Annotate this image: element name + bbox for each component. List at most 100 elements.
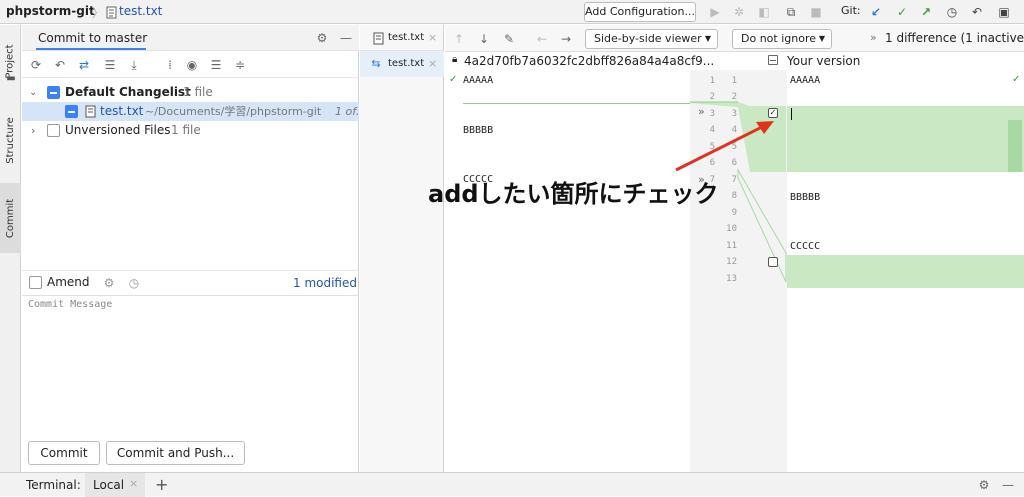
changelist-checkbox[interactable]	[47, 86, 60, 99]
right-code-pane[interactable]: AAAAA ✓ BBBBB CCCCC	[787, 70, 1024, 472]
text-caret	[791, 108, 792, 120]
group-by-icon[interactable]: ⁞	[162, 57, 178, 73]
viewer-select[interactable]: Side-by-side viewer ▼	[585, 29, 718, 49]
navigation-bar: phpstorm-git 〉 test.txt Add Configuratio…	[0, 0, 1024, 24]
close-icon[interactable]: ×	[428, 51, 437, 77]
file-tab[interactable]: test.txt ×	[360, 25, 444, 51]
amend-label[interactable]: Amend	[47, 275, 90, 289]
commit-panel-header: Commit to master ⚙ —	[22, 25, 359, 51]
chevron-down-icon: ▼	[704, 34, 711, 43]
bottom-tool-bar: Terminal: Local × + ⚙ —	[0, 472, 1024, 497]
chevron-down-icon: ▼	[818, 34, 825, 43]
history-icon[interactable]: ◷	[944, 4, 960, 20]
right-line: CCCCC	[790, 241, 821, 252]
ignore-select-value: Do not ignore	[741, 32, 816, 45]
right-line-number: 13	[726, 274, 737, 284]
left-line: BBBBB	[463, 125, 494, 136]
text-file-icon	[82, 103, 98, 119]
viewer-select-value: Side-by-side viewer	[594, 32, 702, 45]
right-line-number: 10	[726, 224, 737, 234]
collapse-all-icon[interactable]: ≑	[232, 57, 248, 73]
gear-icon[interactable]: ⚙	[101, 275, 117, 291]
left-code-pane[interactable]: ✓ AAAAA BBBBB CCCCC	[445, 70, 690, 472]
breadcrumb-project[interactable]: phpstorm-git	[6, 4, 95, 18]
view-options-icon[interactable]: ◉	[184, 57, 200, 73]
diff-toolbar: ↑ ↓ ✎ ← → Side-by-side viewer ▼ Do not i…	[445, 25, 1024, 52]
right-line-number: 12	[726, 257, 737, 267]
tool-window-stripe: Project ▬ Structure Commit	[0, 25, 21, 472]
file-checkbox[interactable]	[65, 105, 78, 118]
commit-and-push-button[interactable]: Commit and Push...	[106, 441, 245, 465]
check-mark-icon: ✓	[449, 74, 458, 85]
right-line-number: 11	[726, 241, 737, 251]
forward-arrow-icon[interactable]: →	[558, 31, 574, 47]
shelve-icon[interactable]: ⤓	[126, 57, 142, 73]
tab-commit[interactable]: Commit	[0, 183, 21, 253]
chevron-right-icon[interactable]: ›	[31, 121, 35, 140]
difference-status: 1 difference (1 inactive)	[885, 31, 1024, 45]
include-change-checkbox[interactable]	[768, 257, 778, 267]
profiler-icon[interactable]: ⧉	[783, 4, 799, 20]
file-row[interactable]: test.txt ~/Documents/学習/phpstorm-git 1 o…	[22, 102, 359, 121]
show-diff-icon[interactable]: ⇄	[76, 57, 92, 73]
commit-check-icon[interactable]: ✓	[894, 4, 910, 20]
refresh-icon[interactable]: ⟳	[28, 57, 44, 73]
text-file-icon	[370, 30, 386, 46]
close-icon[interactable]: ×	[428, 25, 437, 51]
minimize-icon[interactable]: —	[338, 30, 354, 46]
text-file-icon	[103, 4, 119, 20]
chevron-down-icon[interactable]: ⌄	[29, 83, 37, 102]
unversioned-row[interactable]: › Unversioned Files 1 file	[22, 121, 359, 140]
amend-checkbox[interactable]	[29, 276, 42, 289]
back-arrow-icon[interactable]: ←	[534, 31, 550, 47]
more-icon[interactable]: »	[870, 31, 877, 44]
previous-difference-icon[interactable]: ↑	[451, 31, 467, 47]
tab-structure[interactable]: Structure	[0, 105, 21, 175]
unversioned-checkbox[interactable]	[47, 124, 60, 137]
debug-icon[interactable]: ✲	[731, 4, 747, 20]
add-tab-icon[interactable]: +	[155, 475, 168, 494]
left-pane-title: 4a2d70fb7a6032fc2dbff826a84a4a8cf9...	[464, 54, 715, 68]
right-line-number: 1	[731, 76, 737, 86]
terminal-icon[interactable]: ▣	[996, 4, 1012, 20]
clock-icon[interactable]: ◷	[126, 275, 142, 291]
commit-message-field[interactable]: Commit Message	[22, 295, 359, 435]
add-configuration-button[interactable]: Add Configuration...	[584, 2, 696, 22]
gear-icon[interactable]: ⚙	[314, 30, 330, 46]
modified-count[interactable]: 1 modified	[293, 276, 357, 290]
next-difference-icon[interactable]: ↓	[476, 31, 492, 47]
edit-icon[interactable]: ✎	[501, 31, 517, 47]
ignore-select[interactable]: Do not ignore ▼	[732, 29, 832, 49]
file-name: test.txt	[100, 104, 144, 118]
commit-button[interactable]: Commit	[28, 441, 100, 465]
push-icon[interactable]: ↗	[918, 4, 934, 20]
minimize-icon[interactable]: —	[1000, 477, 1016, 493]
close-icon[interactable]: ×	[129, 477, 138, 490]
stop-icon[interactable]: ■	[808, 4, 824, 20]
commit-tab-title[interactable]: Commit to master	[38, 31, 147, 45]
rollback-icon[interactable]: ↶	[969, 4, 985, 20]
breadcrumb-file[interactable]: test.txt	[119, 4, 162, 18]
rollback-icon[interactable]: ↶	[52, 57, 68, 73]
expand-all-icon[interactable]: ☰	[208, 57, 224, 73]
gear-icon[interactable]: ⚙	[976, 477, 992, 493]
terminal-tab-label: Local	[93, 478, 125, 492]
check-mark-icon: ✓	[1012, 74, 1021, 85]
commit-message-placeholder: Commit Message	[28, 299, 113, 310]
left-line: AAAAA	[463, 75, 494, 86]
terminal-tab-local[interactable]: Local ×	[85, 473, 145, 497]
annotation-text: addしたい箇所にチェック	[428, 180, 719, 208]
update-project-icon[interactable]: ↙	[868, 4, 884, 20]
coverage-icon[interactable]: ◧	[756, 4, 772, 20]
file-tab-label: test.txt	[388, 32, 425, 43]
file-tab-active[interactable]: ⇆ test.txt ×	[360, 51, 444, 77]
tab-commit-label: Commit	[5, 198, 17, 238]
changelist-icon[interactable]: ☰	[102, 57, 118, 73]
run-icon[interactable]: ▶	[707, 4, 723, 20]
changelist-row[interactable]: ⌄ Default Changelist 1 file	[22, 83, 359, 102]
right-line: BBBBB	[790, 192, 821, 203]
added-lines-block	[787, 255, 1024, 288]
include-change-checkbox[interactable]: ✓	[768, 108, 778, 118]
lock-icon: 🔒︎	[452, 54, 458, 65]
changelist-count: 1 file	[183, 85, 213, 99]
